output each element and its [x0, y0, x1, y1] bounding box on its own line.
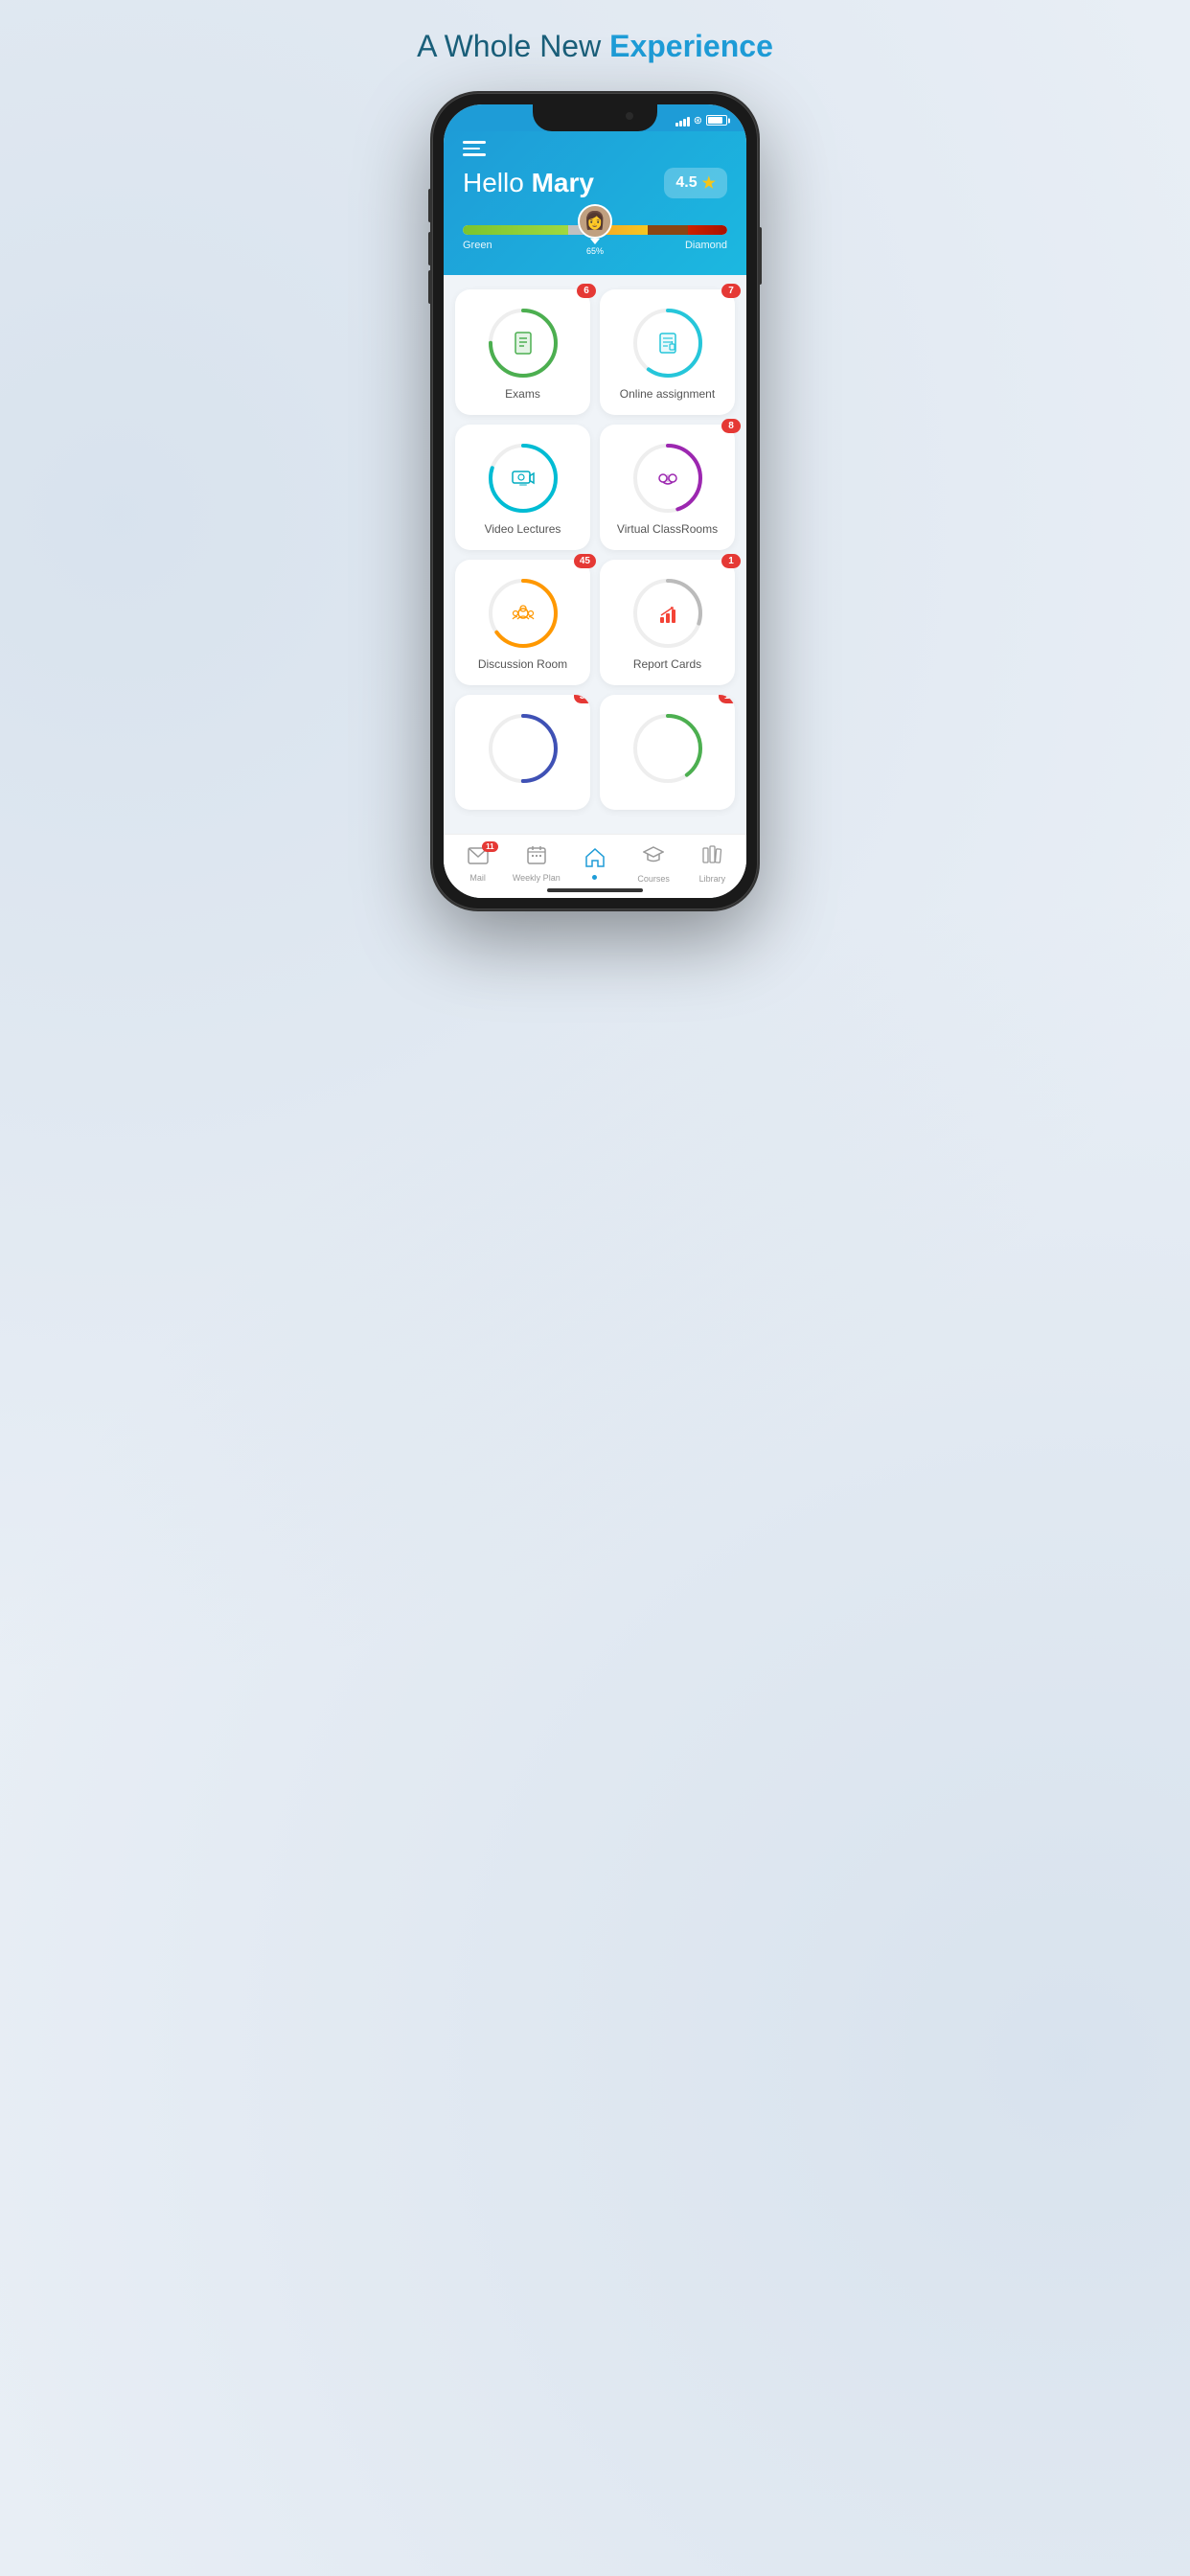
nav-icon-courses	[643, 844, 664, 871]
nav-badge-mail: 11	[482, 841, 497, 852]
card-exams[interactable]: 6 Exams	[455, 289, 590, 415]
partial-card-partial-1[interactable]: 31	[455, 695, 590, 810]
icon-wrapper-video-lectures	[489, 444, 558, 513]
app-header: Hello Mary 4.5 ★ 👩 65%	[444, 131, 746, 275]
nav-mail[interactable]: 11 Mail	[454, 845, 502, 883]
badge-report-cards: 1	[721, 554, 741, 568]
icon-wrapper-discussion-room	[489, 579, 558, 648]
card-discussion-room[interactable]: 45 Discussion Room	[455, 560, 590, 685]
signal-bar-4	[687, 117, 690, 126]
main-grid: 6 Exams 7 Online assignment	[455, 289, 735, 685]
signal-bar-1	[675, 123, 678, 126]
app-content: 6 Exams 7 Online assignment	[444, 275, 746, 834]
card-virtual-classrooms[interactable]: 8 Virtual ClassRooms	[600, 425, 735, 550]
nav-icon-weekly-plan	[527, 845, 546, 870]
progress-labels: Green Diamond	[463, 240, 727, 251]
card-label-online-assignment: Online assignment	[620, 387, 715, 401]
icon-wrapper-partial-1	[633, 714, 702, 783]
progress-label-end: Diamond	[685, 240, 727, 251]
card-report-cards[interactable]: 1 Report Cards	[600, 560, 735, 685]
badge-discussion-room: 45	[574, 554, 596, 568]
hamburger-line-1	[463, 141, 486, 144]
icon-exams	[489, 309, 558, 378]
battery-icon	[706, 115, 727, 126]
partial-card-partial-2[interactable]: 13	[600, 695, 735, 810]
badge-exams: 6	[577, 284, 596, 298]
nav-label-weekly-plan: Weekly Plan	[513, 873, 561, 883]
rating-badge: 4.5 ★	[664, 168, 727, 198]
nav-library[interactable]: Library	[688, 844, 736, 884]
icon-wrapper-partial-0	[489, 714, 558, 783]
badge-virtual-classrooms: 8	[721, 419, 741, 433]
header-top: Hello Mary 4.5 ★	[463, 168, 727, 198]
hamburger-menu[interactable]	[463, 141, 486, 156]
nav-label-courses: Courses	[637, 874, 670, 884]
nav-home[interactable]	[571, 847, 619, 880]
headline: A Whole New Experience	[417, 29, 773, 64]
badge-partial-2: 13	[719, 695, 735, 703]
page-wrapper: A Whole New Experience ⊛	[355, 29, 835, 909]
greeting: Hello Mary	[463, 168, 594, 198]
nav-icon-home	[584, 847, 606, 874]
card-online-assignment[interactable]: 7 Online assignment	[600, 289, 735, 415]
nav-weekly-plan[interactable]: Weekly Plan	[513, 845, 561, 883]
badge-partial-1: 31	[574, 695, 590, 703]
rating-value: 4.5	[675, 174, 697, 192]
icon-partial-0	[489, 714, 558, 783]
home-indicator	[547, 888, 643, 892]
greeting-prefix: Hello	[463, 168, 532, 197]
wifi-icon: ⊛	[694, 114, 702, 126]
headline-prefix: A Whole New	[417, 29, 609, 63]
avatar: 👩	[578, 204, 612, 239]
icon-wrapper-exams	[489, 309, 558, 378]
card-video-lectures[interactable]: Video Lectures	[455, 425, 590, 550]
icon-wrapper-online-assignment	[633, 309, 702, 378]
hamburger-line-3	[463, 153, 486, 156]
signal-bars	[675, 115, 690, 126]
hamburger-line-2	[463, 148, 480, 150]
icon-discussion-room	[489, 579, 558, 648]
card-label-video-lectures: Video Lectures	[485, 522, 561, 536]
nav-courses[interactable]: Courses	[629, 844, 677, 884]
card-label-report-cards: Report Cards	[633, 657, 701, 671]
progress-section: 👩 65% Green Diamond	[463, 225, 727, 251]
nav-icon-library	[701, 844, 722, 871]
progress-green	[463, 225, 568, 235]
camera	[626, 112, 633, 120]
progress-red	[688, 225, 727, 235]
status-icons: ⊛	[675, 114, 727, 126]
phone-screen: ⊛ Hello Mary 4.5	[444, 104, 746, 898]
icon-video-lectures	[489, 444, 558, 513]
card-label-virtual-classrooms: Virtual ClassRooms	[617, 522, 718, 536]
icon-virtual-classrooms	[633, 444, 702, 513]
nav-label-library: Library	[699, 874, 726, 884]
nav-label-mail: Mail	[469, 873, 486, 883]
signal-bar-3	[683, 119, 686, 126]
phone-frame: ⊛ Hello Mary 4.5	[432, 93, 758, 909]
partial-grid: 31 13	[455, 695, 735, 810]
icon-wrapper-report-cards	[633, 579, 702, 648]
icon-wrapper-virtual-classrooms	[633, 444, 702, 513]
progress-brown	[648, 225, 687, 235]
headline-bold: Experience	[609, 29, 773, 63]
star-icon: ★	[702, 173, 716, 193]
card-label-discussion-room: Discussion Room	[478, 657, 567, 671]
battery-fill	[708, 117, 722, 124]
progress-label-start: Green	[463, 240, 492, 251]
icon-report-cards	[633, 579, 702, 648]
card-label-exams: Exams	[505, 387, 540, 401]
icon-partial-1	[633, 714, 702, 783]
signal-bar-2	[679, 121, 682, 126]
icon-online-assignment	[633, 309, 702, 378]
badge-online-assignment: 7	[721, 284, 741, 298]
home-dot	[592, 875, 597, 880]
notch	[533, 104, 657, 131]
greeting-name: Mary	[532, 168, 594, 197]
